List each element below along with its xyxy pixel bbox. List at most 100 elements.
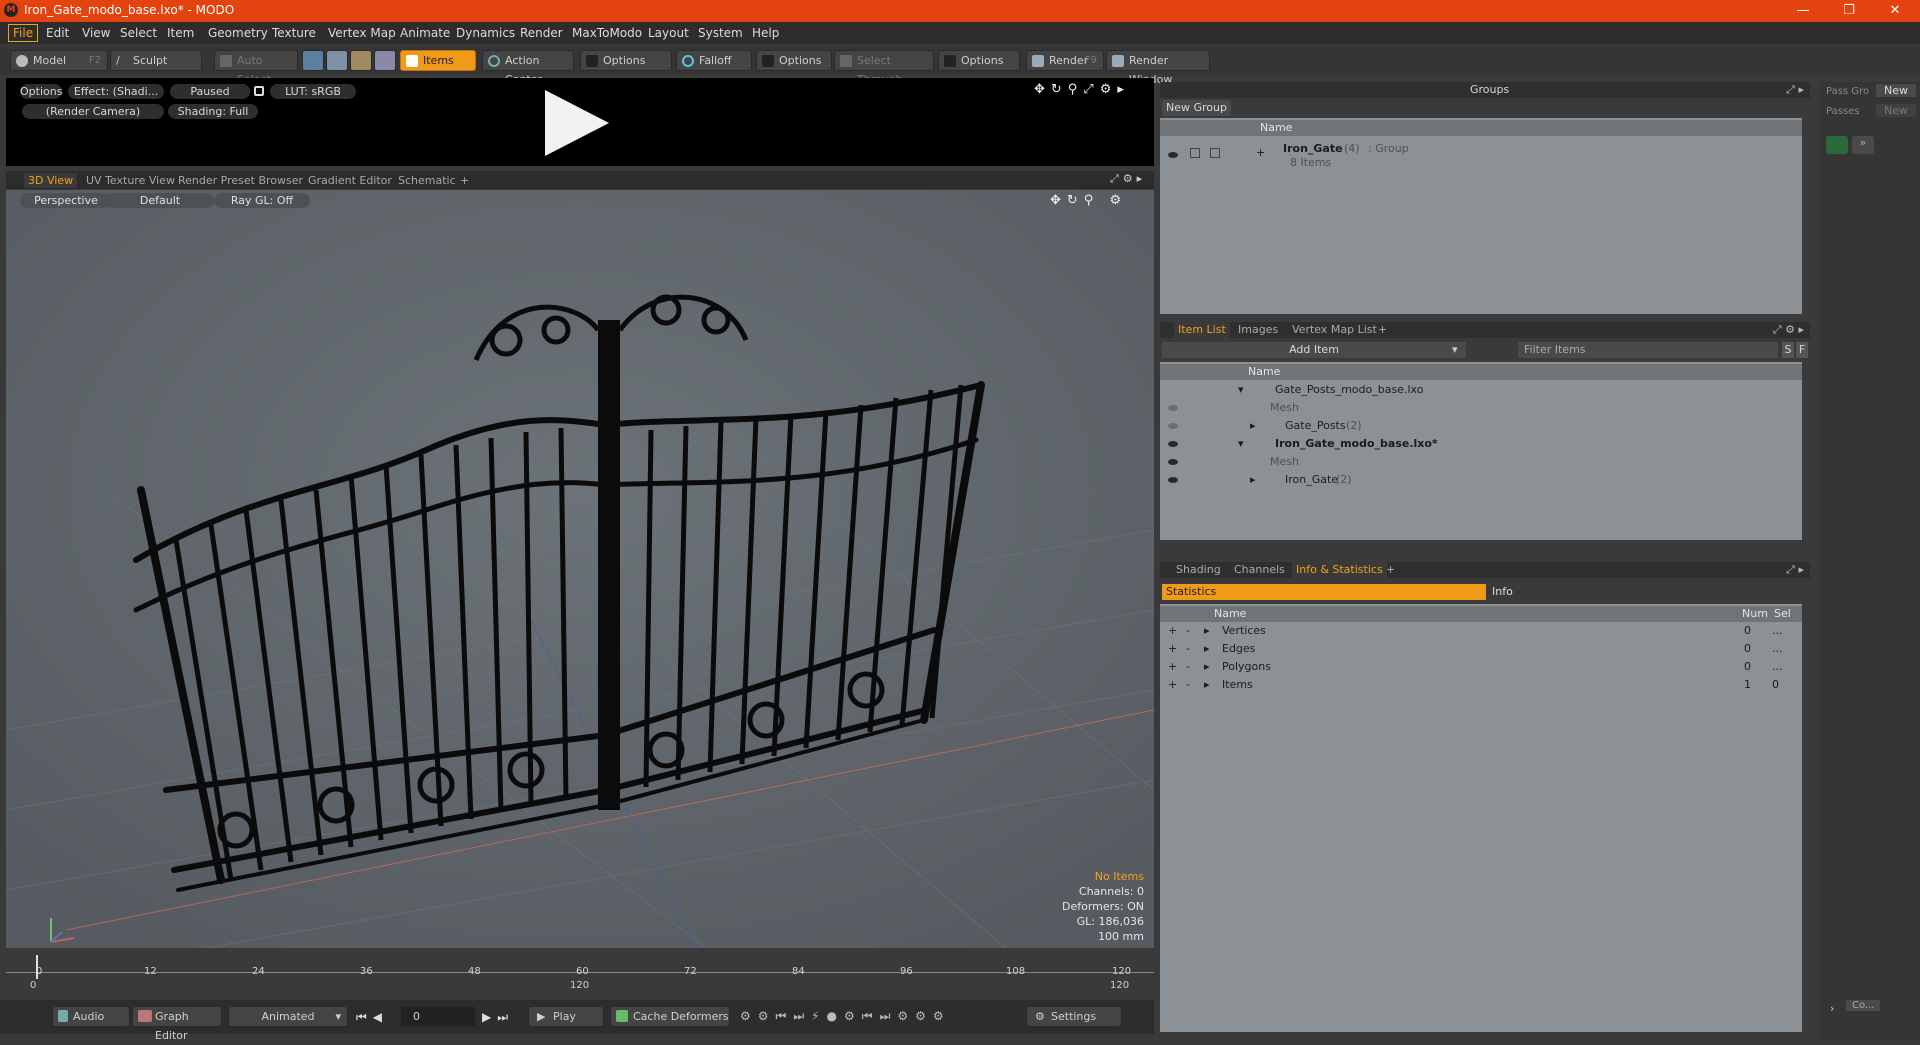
transport-forward-icons[interactable]: ▶⏭ (482, 1010, 514, 1025)
tab-info-statistics[interactable]: Info & Statistics (1292, 562, 1387, 578)
stat-sel[interactable]: ... (1772, 642, 1783, 655)
expand-icon[interactable]: ▸ (1250, 473, 1256, 486)
tab-statistics[interactable]: Statistics (1162, 584, 1486, 600)
expand-icon[interactable]: ▸ (1204, 660, 1210, 673)
menu-geometry[interactable]: Geometry (204, 25, 272, 41)
preview-shading-dropdown[interactable]: Shading: Full (168, 104, 258, 119)
eye-icon[interactable] (1168, 405, 1178, 411)
perspective-dropdown[interactable]: Perspective (20, 193, 112, 208)
eye-icon[interactable] (1168, 441, 1178, 447)
add-tab-button[interactable]: + (1386, 562, 1395, 578)
select-vertices-button[interactable] (302, 50, 324, 71)
falloff-options-button[interactable]: Options (756, 50, 832, 71)
new-pass-group-button[interactable]: New (1876, 84, 1916, 97)
expand-icon[interactable]: ▸ (1204, 624, 1210, 637)
expand-icon[interactable]: ▸ (1250, 419, 1256, 432)
collapse-minus-icon[interactable]: - (1186, 660, 1190, 673)
menu-item[interactable]: Item (163, 25, 198, 41)
panel-expand-icon[interactable]: ⤢⚙▸ (1110, 172, 1146, 186)
close-button[interactable]: ✕ (1872, 0, 1918, 22)
preview-lut-dropdown[interactable]: LUT: sRGB (270, 84, 356, 99)
frame-input[interactable]: 0 (400, 1006, 476, 1027)
select-through-options-button[interactable]: Options (938, 50, 1020, 71)
add-tab-button[interactable]: + (1378, 322, 1387, 338)
new-group-button[interactable]: New Group (1162, 100, 1231, 116)
tab-images[interactable]: Images (1238, 322, 1278, 338)
stat-sel[interactable]: ... (1772, 660, 1783, 673)
graph-editor-button[interactable]: Graph Editor (132, 1006, 222, 1042)
collapse-minus-icon[interactable]: - (1186, 624, 1190, 637)
forward-icon[interactable]: » (1852, 136, 1874, 154)
add-tab-button[interactable]: + (456, 173, 473, 188)
tab-schematic[interactable]: Schematic (394, 173, 460, 188)
play-icon[interactable] (545, 90, 609, 156)
sculpt-mode-button[interactable]: / Sculpt (110, 50, 202, 71)
eye-icon[interactable] (1168, 423, 1178, 429)
maximize-button[interactable]: ❐ (1826, 0, 1872, 22)
items-mode-button[interactable]: Items (400, 50, 476, 71)
expand-icon[interactable]: ⤢ ⚙ ▸ (1773, 322, 1804, 338)
menu-texture[interactable]: Texture (268, 25, 320, 41)
eye-icon[interactable] (1168, 152, 1178, 158)
menu-vertex-map[interactable]: Vertex Map (324, 25, 400, 41)
model-mode-button[interactable]: Model F2 (10, 50, 108, 71)
select-through-button[interactable]: Select Through (834, 50, 934, 86)
menu-maxtomodo[interactable]: MaxToModo (568, 25, 646, 41)
render-window-button[interactable]: Render Window (1106, 50, 1210, 86)
expand-icon[interactable]: ▸ (1204, 678, 1210, 691)
item-name[interactable]: Gate_Posts (1285, 419, 1346, 432)
transport-back-icons[interactable]: ⏮◀ (356, 1010, 388, 1025)
action-center-button[interactable]: Action Center (482, 50, 574, 86)
item-name[interactable]: Iron_Gate (1285, 473, 1338, 486)
select-materials-button[interactable] (374, 50, 396, 71)
expand-icon[interactable]: ⤢ ▸ (1786, 82, 1804, 98)
tab-shading[interactable]: Shading (1176, 562, 1221, 578)
preview-camera-dropdown[interactable]: (Render Camera) (22, 104, 164, 119)
tab-render-preset-browser[interactable]: Render Preset Browser (174, 173, 307, 188)
tab-gradient-editor[interactable]: Gradient Editor (304, 173, 396, 188)
tab-item-list[interactable]: Item List (1174, 322, 1230, 338)
collapse-minus-icon[interactable]: - (1186, 642, 1190, 655)
raygl-toggle[interactable]: Ray GL: Off (214, 193, 310, 208)
3d-viewport[interactable]: Perspective Default Ray GL: Off ✥↻⚲ ⚙ No… (6, 190, 1154, 948)
scene-name[interactable]: Gate_Posts_modo_base.lxo (1275, 383, 1423, 396)
add-item-button[interactable]: Add Item (1162, 342, 1466, 358)
render-button[interactable]: Render F9 (1026, 50, 1104, 71)
menu-layout[interactable]: Layout (644, 25, 693, 41)
select-edges-button[interactable] (326, 50, 348, 71)
tab-info[interactable]: Info (1492, 584, 1513, 600)
filter-s-button[interactable]: S (1782, 342, 1794, 358)
expand-plus-icon[interactable]: + (1168, 660, 1177, 673)
eye-icon[interactable] (1168, 477, 1178, 483)
preview-options-button[interactable]: Options (20, 84, 62, 99)
preview-nav-icons[interactable]: ✥↻⚲⤢⚙▸ (1034, 82, 1130, 97)
expand-plus-icon[interactable]: + (1168, 642, 1177, 655)
expand-icon[interactable]: ⤢ ▸ (1786, 562, 1804, 578)
refresh-icon[interactable] (1826, 136, 1848, 154)
menu-render[interactable]: Render (516, 25, 567, 41)
mesh-name[interactable]: Mesh (1270, 401, 1299, 414)
action-center-options-button[interactable]: Options (580, 50, 672, 71)
minimize-button[interactable]: — (1780, 0, 1826, 22)
tab-3d-view[interactable]: 3D View (24, 173, 78, 188)
expand-plus-icon[interactable]: + (1168, 678, 1177, 691)
menu-edit[interactable]: Edit (42, 25, 73, 41)
falloff-button[interactable]: Falloff (676, 50, 752, 71)
viewport-nav-icons[interactable]: ✥↻⚲ ⚙ (1050, 193, 1127, 208)
new-pass-button[interactable]: New (1876, 104, 1916, 117)
tab-uv-texture-view[interactable]: UV Texture View (82, 173, 179, 188)
expand-plus-icon[interactable]: + (1256, 146, 1265, 159)
stat-sel[interactable]: 0 (1772, 678, 1779, 691)
menu-select[interactable]: Select (116, 25, 161, 41)
audio-button[interactable]: Audio (52, 1006, 130, 1027)
stat-sel[interactable]: ... (1772, 624, 1783, 637)
collapse-icon[interactable]: ▾ (1238, 437, 1244, 450)
lock-toggle-icon[interactable] (1210, 148, 1220, 158)
menu-animate[interactable]: Animate (396, 25, 454, 41)
collapse-minus-icon[interactable]: - (1186, 678, 1190, 691)
tab-vertex-map-list[interactable]: Vertex Map List (1292, 322, 1377, 338)
play-button[interactable]: ▶ Play (528, 1006, 604, 1027)
mesh-name[interactable]: Mesh (1270, 455, 1299, 468)
timeline[interactable]: 0 12 24 36 48 60 72 84 96 108 120 0 120 … (6, 953, 1154, 993)
filter-f-button[interactable]: F (1796, 342, 1808, 358)
